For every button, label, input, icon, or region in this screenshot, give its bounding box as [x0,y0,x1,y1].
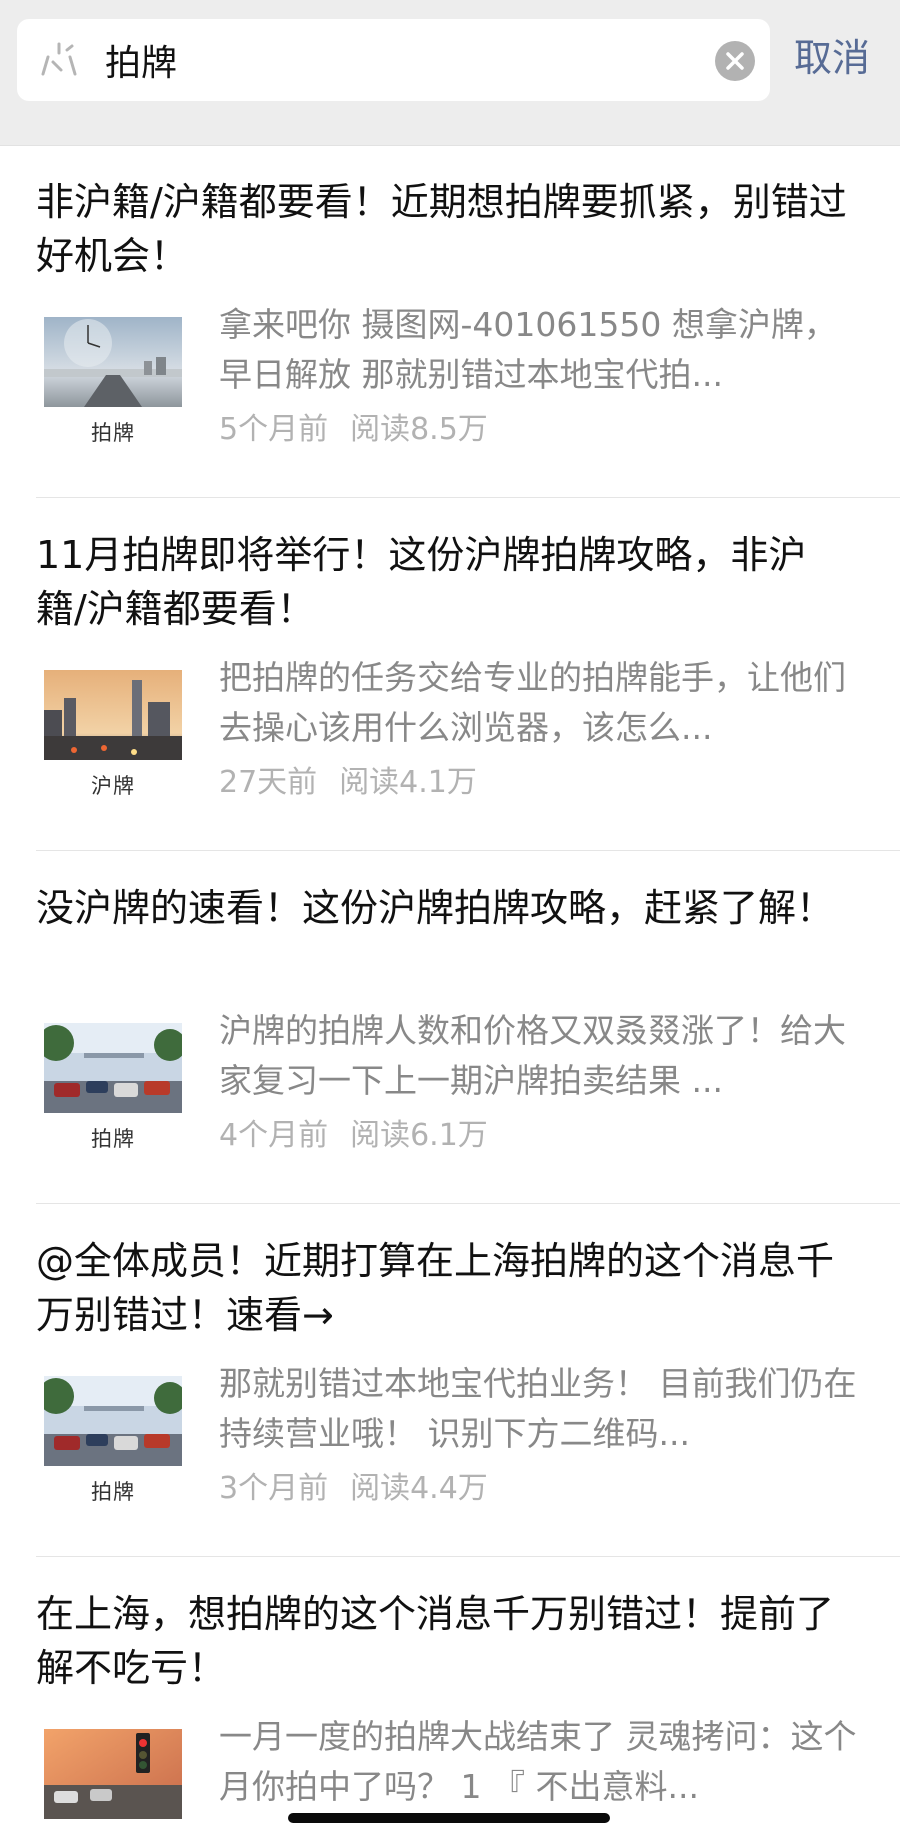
home-indicator [288,1813,610,1823]
publish-time: 5个月前 [219,412,329,447]
thumbnail-caption: 拍牌 [91,421,135,445]
thumbnail-caption: 沪牌 [91,774,135,798]
article-meta: 27天前 阅读4.1万 [219,763,477,803]
list-item[interactable]: 在上海，想拍牌的这个消息千万别错过！提前了解不吃亏！ 一月一度的拍牌大战结束了 … [0,1557,900,1828]
article-digest: 拿来吧你 摄图网-401061550 想拿沪牌，早日解放 那就别错过本地宝代拍.… [219,305,837,394]
cancel-button[interactable]: 取消 [794,30,870,86]
clock-road-image [44,317,182,407]
article-title[interactable]: 没沪牌的速看！这份沪牌拍牌攻略，赶紧了解！ [36,881,856,935]
cars-street-image [44,1376,182,1466]
article-meta: 4个月前 阅读6.1万 [219,1116,488,1156]
article-title[interactable]: 11月拍牌即将举行！这份沪牌拍牌攻略，非沪籍/沪籍都要看！ [36,528,856,636]
article-thumbnail[interactable]: 拍牌 [44,317,182,447]
thumbnail-caption: 拍牌 [91,1480,135,1504]
search-results-page: 取消 非沪籍/沪籍都要看！近期想拍牌要抓紧，别错过好机会！ [0,0,900,1828]
publish-time: 4个月前 [219,1118,329,1153]
list-item[interactable]: 非沪籍/沪籍都要看！近期想拍牌要抓紧，别错过好机会！ 拍牌 拿来吧你 摄图网-4… [0,145,900,498]
close-icon [726,52,744,70]
article-thumbnail[interactable]: 拍牌 [44,1376,182,1506]
article-digest: 沪牌的拍牌人数和价格又双叒叕涨了！给大家复习一下上一期沪牌拍卖结果 ... [219,1011,846,1100]
results-list: 非沪籍/沪籍都要看！近期想拍牌要抓紧，别错过好机会！ 拍牌 拿来吧你 摄图网-4… [0,145,900,1828]
article-title[interactable]: 非沪籍/沪籍都要看！近期想拍牌要抓紧，别错过好机会！ [36,175,856,283]
read-count: 阅读6.1万 [350,1118,488,1153]
list-item[interactable]: 11月拍牌即将举行！这份沪牌拍牌攻略，非沪籍/沪籍都要看！ 沪牌 把拍牌的任务交… [0,498,900,851]
article-title[interactable]: 在上海，想拍牌的这个消息千万别错过！提前了解不吃亏！ [36,1587,856,1695]
list-item[interactable]: @全体成员！近期打算在上海拍牌的这个消息千万别错过！速看→ 拍牌 那就别错过本地… [0,1204,900,1557]
article-thumbnail[interactable]: 拍牌 [44,1023,182,1153]
article-thumbnail[interactable] [44,1729,182,1819]
city-traffic-image [44,670,182,760]
list-item[interactable]: 没沪牌的速看！这份沪牌拍牌攻略，赶紧了解！ 拍牌 沪牌的拍牌人数和价格又双叒叕涨… [0,851,900,1204]
publish-time: 3个月前 [219,1471,329,1506]
thumbnail-caption: 拍牌 [91,1127,135,1151]
cars-street-image [44,1023,182,1113]
article-title[interactable]: @全体成员！近期打算在上海拍牌的这个消息千万别错过！速看→ [36,1234,856,1342]
article-digest: 那就别错过本地宝代拍业务！ 目前我们仍在持续营业哦！ 识别下方二维码... [219,1364,857,1453]
clear-button[interactable] [715,41,755,81]
read-count: 阅读4.1万 [339,765,477,800]
search-input[interactable] [105,27,665,93]
search-icon [41,42,77,76]
publish-time: 27天前 [219,765,318,800]
search-header: 取消 [0,0,900,146]
article-thumbnail[interactable]: 沪牌 [44,670,182,800]
read-count: 阅读8.5万 [350,412,488,447]
article-digest: 一月一度的拍牌大战结束了 灵魂拷问：这个月你拍中了吗？ 1 『 不出意料... [219,1717,857,1806]
traffic-light-image [44,1729,182,1819]
article-digest: 把拍牌的任务交给专业的拍牌能手，让他们去操心该用什么浏览器，该怎么... [219,658,846,747]
article-meta: 3个月前 阅读4.4万 [219,1469,488,1509]
read-count: 阅读4.4万 [350,1471,488,1506]
article-meta: 5个月前 阅读8.5万 [219,410,488,450]
search-box[interactable] [17,19,770,101]
